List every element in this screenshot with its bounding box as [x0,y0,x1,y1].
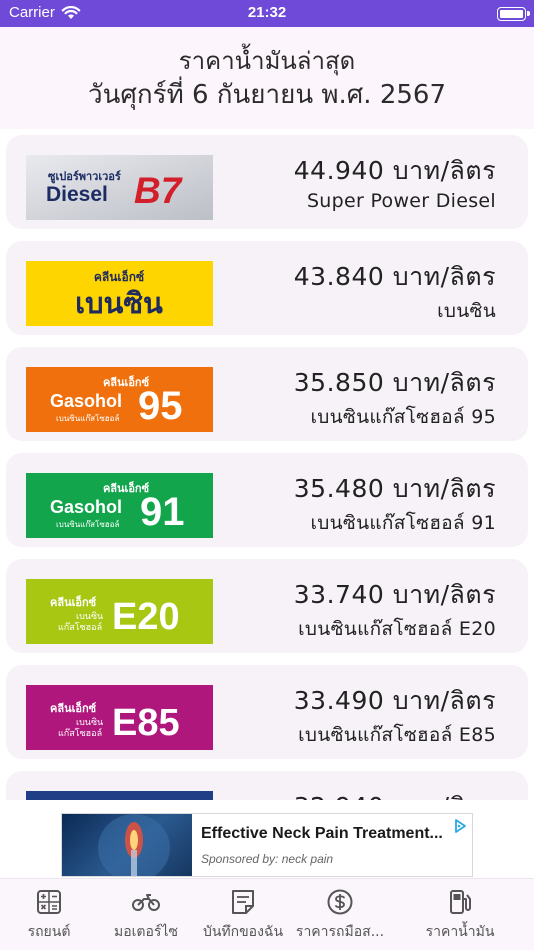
motorcycle-icon [132,894,160,911]
ad-headline[interactable]: Effective Neck Pain Treatment... [201,825,446,843]
fuel-card-benzin[interactable]: คลีนเอ็กซ์ เบนซิน 43.840 บาท/ลิตร เบนซิน [6,241,528,335]
e20-logo-line1: คลีนเอ็กซ์ [50,595,97,609]
fuel-price: 35.850 บาท/ลิตร [293,368,496,397]
status-bar: Carrier 21:32 [0,0,534,27]
ad-banner[interactable]: Effective Neck Pain Treatment... Sponsor… [61,813,473,877]
fuel-card-e20[interactable]: คลีนเอ็กซ์ เบนซิน แก๊สโซฮอล์ E20 33.740 … [6,559,528,653]
fuel-price: 32.940 บาท/ลิตร [294,787,496,800]
diesel-logo-line2: Diesel [46,183,108,206]
diesel-logo-line1: ซูเปอร์พาวเวอร์ [48,170,121,184]
fuel-name: เบนซินแก๊สโซฮอล์ E85 [298,724,496,746]
diesel-logo-code: B7 [134,170,184,211]
e20-logo: คลีนเอ็กซ์ เบนซิน แก๊สโซฮอล์ E20 [26,579,213,644]
fuel-name: เบนซินแก๊สโซฮอล์ 95 [310,406,496,428]
tab-fuel-price-label: ราคาน้ำมัน [425,924,495,940]
diesel-b7-logo: ซูเปอร์พาวเวอร์ Diesel B7 [26,155,213,220]
e85-logo-line2: เบนซิน [76,717,103,728]
g95-logo-line3: เบนซินแก๊สโซฮอล์ [56,413,119,423]
e20-logo-line2: เบนซิน [76,611,103,622]
dollar-icon [327,889,353,915]
fuel-price-list[interactable]: ซูเปอร์พาวเวอร์ Diesel B7 44.940 บาท/ลิต… [0,129,534,800]
fuel-name: เบนซินแก๊สโซฮอล์ E20 [298,618,496,640]
fuel-name: Super Power Diesel [306,190,496,212]
tab-used-car-price-label: ราคารถมือส... [295,924,385,940]
g91-logo-line3: เบนซินแก๊สโซฮอล์ [56,519,119,529]
page-header: ราคาน้ำมันล่าสุด วันศุกร์ที่ 6 กันยายน พ… [0,27,534,129]
clock: 21:32 [247,4,287,21]
fuel-price: 33.490 บาท/ลิตร [293,686,496,715]
e85-logo-code: E85 [112,702,180,744]
fuel-pump-icon [450,890,471,914]
g91-logo-line2: Gasohol [50,497,122,517]
fuel-price: 35.480 บาท/ลิตร [293,474,496,503]
calculator-icon [37,890,61,914]
g91-logo-code: 91 [140,490,185,534]
gasohol-95-logo: คลีนเอ็กซ์ Gasohol เบนซินแก๊สโซฮอล์ 95 [26,367,213,432]
fuel-name: เบนซิน [437,300,496,322]
tab-bar: รถยนต์ มอเตอร์ไซ บันทึกของฉัน ราคารถมือส… [0,878,534,950]
fuel-card-next[interactable]: 32.940 บาท/ลิตร [6,771,528,800]
fuel-card-gasohol-95[interactable]: คลีนเอ็กซ์ Gasohol เบนซินแก๊สโซฮอล์ 95 3… [6,347,528,441]
notes-icon [232,890,254,914]
next-fuel-logo [26,791,213,800]
fuel-card-gasohol-91[interactable]: คลีนเอ็กซ์ Gasohol เบนซินแก๊สโซฮอล์ 91 3… [6,453,528,547]
tab-motorcycle-label: มอเตอร์ไซ [114,924,178,940]
gasohol-91-logo: คลีนเอ็กซ์ Gasohol เบนซินแก๊สโซฮอล์ 91 [26,473,213,538]
tab-my-notes[interactable]: บันทึกของฉัน [194,879,292,950]
tab-used-car-price[interactable]: ราคารถมือส... [292,879,388,950]
e20-logo-code: E20 [112,596,180,638]
fuel-price: 44.940 บาท/ลิตร [293,156,496,185]
date-label: วันศุกร์ที่ 6 กันยายน พ.ศ. 2567 [87,80,447,110]
adchoices-icon[interactable] [452,818,468,834]
ad-sponsor: Sponsored by: neck pain [201,852,334,866]
fuel-price: 43.840 บาท/ลิตร [293,262,496,291]
g95-logo-code: 95 [138,384,183,428]
benzin-logo-line1: คลีนเอ็กซ์ [94,269,144,284]
fuel-name: เบนซินแก๊สโซฮอล์ 91 [310,512,496,534]
page-title: ราคาน้ำมันล่าสุด [178,47,356,75]
e20-logo-line3: แก๊สโซฮอล์ [58,621,102,633]
benzin-logo-line2: เบนซิน [75,286,163,320]
g95-logo-line2: Gasohol [50,391,122,411]
e85-logo-line3: แก๊สโซฮอล์ [58,727,102,739]
tab-motorcycle[interactable]: มอเตอร์ไซ [98,879,194,950]
fuel-price: 33.740 บาท/ลิตร [293,580,496,609]
battery-icon [497,7,530,21]
benzin-logo: คลีนเอ็กซ์ เบนซิน [26,261,213,326]
ad-image [62,814,192,876]
e85-logo-line1: คลีนเอ็กซ์ [50,701,97,715]
tab-fuel-price[interactable]: ราคาน้ำมัน [404,879,516,950]
tab-my-notes-label: บันทึกของฉัน [202,924,284,940]
tab-car[interactable]: รถยนต์ [0,879,98,950]
tab-car-label: รถยนต์ [27,924,71,940]
fuel-card-diesel-b7[interactable]: ซูเปอร์พาวเวอร์ Diesel B7 44.940 บาท/ลิต… [6,135,528,229]
e85-logo: คลีนเอ็กซ์ เบนซิน แก๊สโซฮอล์ E85 [26,685,213,750]
fuel-card-e85[interactable]: คลีนเอ็กซ์ เบนซิน แก๊สโซฮอล์ E85 33.490 … [6,665,528,759]
